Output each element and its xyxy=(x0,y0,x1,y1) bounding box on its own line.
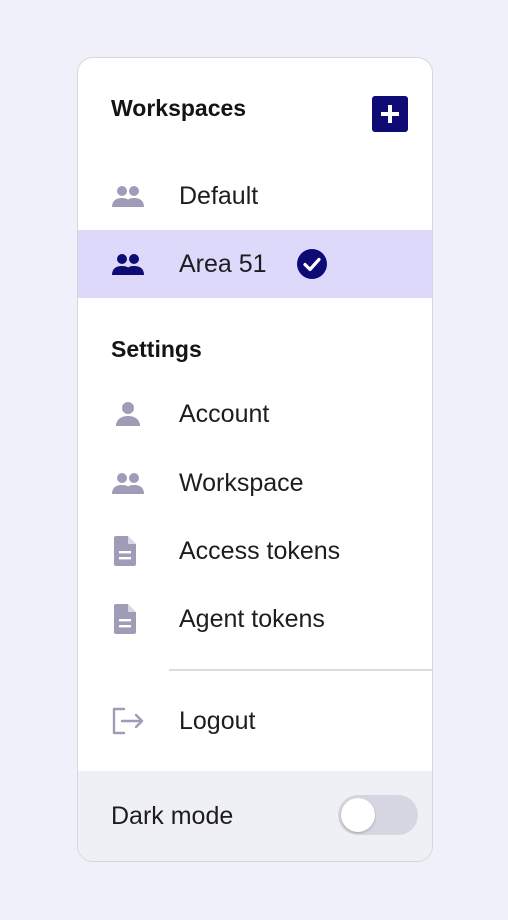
menu-divider xyxy=(169,669,432,671)
account-menu-panel: Workspaces Default Area 51 Settings Acco… xyxy=(77,57,433,862)
workspace-item-label: Area 51 xyxy=(179,250,267,278)
logout-item[interactable]: Logout xyxy=(78,687,432,755)
workspace-item-label: Default xyxy=(179,182,259,210)
document-icon xyxy=(111,604,147,634)
check-circle-icon xyxy=(297,249,327,279)
dark-mode-label: Dark mode xyxy=(111,802,234,830)
logout-label: Logout xyxy=(179,707,256,735)
settings-item-workspace[interactable]: Workspace xyxy=(78,449,432,517)
settings-item-access-tokens[interactable]: Access tokens xyxy=(78,517,432,585)
group-icon xyxy=(111,182,147,210)
workspaces-heading: Workspaces xyxy=(111,95,247,121)
group-icon xyxy=(111,469,147,497)
dark-mode-row: Dark mode xyxy=(78,771,432,861)
settings-item-label: Agent tokens xyxy=(179,605,325,633)
settings-heading: Settings xyxy=(111,336,202,362)
person-icon xyxy=(111,400,147,428)
toggle-knob xyxy=(341,798,375,832)
document-icon xyxy=(111,536,147,566)
settings-item-label: Access tokens xyxy=(179,537,341,565)
workspace-item-area-51[interactable]: Area 51 xyxy=(78,230,432,298)
settings-item-label: Workspace xyxy=(179,469,304,497)
plus-icon xyxy=(381,105,399,123)
settings-item-label: Account xyxy=(179,400,270,428)
logout-icon xyxy=(111,707,147,735)
dark-mode-toggle[interactable] xyxy=(338,795,418,835)
settings-item-account[interactable]: Account xyxy=(78,380,432,448)
add-workspace-button[interactable] xyxy=(372,96,408,132)
workspace-item-default[interactable]: Default xyxy=(78,162,432,230)
settings-item-agent-tokens[interactable]: Agent tokens xyxy=(78,585,432,653)
group-icon xyxy=(111,250,147,278)
